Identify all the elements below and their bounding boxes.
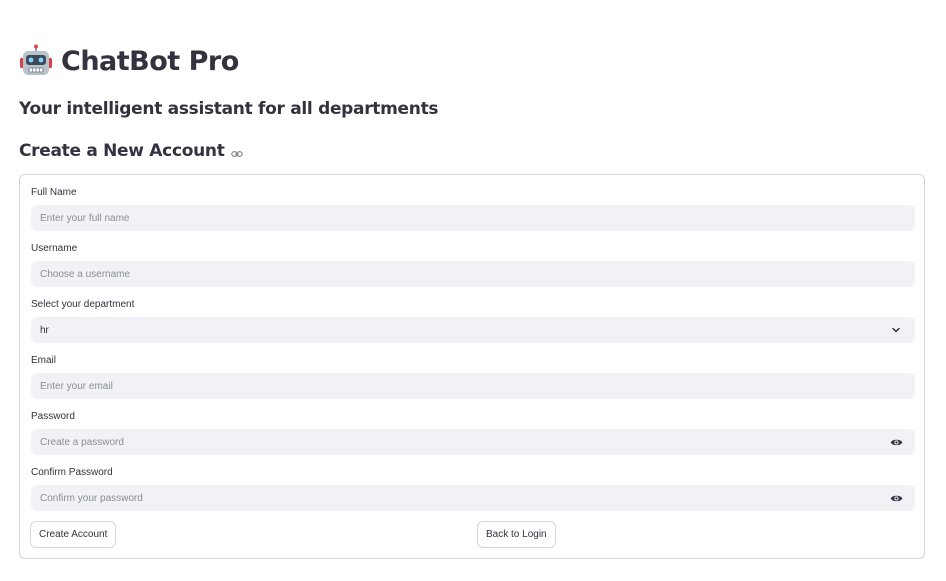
- password-field: Password Create a password: [31, 410, 915, 455]
- chevron-down-icon[interactable]: [889, 323, 903, 337]
- email-label: Email: [31, 355, 57, 366]
- email-field: Email Enter your email: [31, 354, 915, 399]
- section-heading: Create a New Account: [19, 141, 243, 161]
- app-header: ChatBot Pro: [19, 44, 239, 78]
- email-input[interactable]: Enter your email: [31, 373, 915, 399]
- signup-form: Full Name Enter your full name Username …: [19, 174, 925, 559]
- confirm-password-label: Confirm Password: [31, 467, 113, 478]
- department-label: Select your department: [31, 299, 135, 310]
- create-account-button[interactable]: Create Account: [30, 521, 117, 548]
- password-label: Password: [31, 411, 75, 422]
- confirm-password-field: Confirm Password Confirm your password: [31, 466, 915, 511]
- password-input[interactable]: Create a password: [31, 429, 915, 455]
- full-name-field: Full Name Enter your full name: [31, 186, 915, 231]
- app-subtitle: Your intelligent assistant for all depar…: [19, 99, 439, 119]
- robot-icon: [19, 44, 53, 78]
- confirm-password-placeholder: Confirm your password: [40, 492, 143, 504]
- username-field: Username Choose a username: [31, 242, 915, 287]
- back-to-login-button[interactable]: Back to Login: [477, 521, 556, 548]
- confirm-password-input[interactable]: Confirm your password: [31, 485, 915, 511]
- department-select[interactable]: hr: [31, 317, 915, 343]
- password-placeholder: Create a password: [40, 436, 124, 448]
- username-input[interactable]: Choose a username: [31, 261, 915, 287]
- department-selected-value: hr: [40, 324, 49, 336]
- username-label: Username: [31, 243, 78, 254]
- full-name-input[interactable]: Enter your full name: [31, 205, 915, 231]
- eye-icon[interactable]: [889, 435, 903, 449]
- section-title: Create a New Account: [19, 141, 225, 161]
- full-name-label: Full Name: [31, 187, 77, 198]
- link-icon[interactable]: [230, 147, 243, 159]
- eye-icon[interactable]: [889, 491, 903, 505]
- app-title: ChatBot Pro: [61, 45, 239, 77]
- department-field: Select your department hr: [31, 298, 915, 343]
